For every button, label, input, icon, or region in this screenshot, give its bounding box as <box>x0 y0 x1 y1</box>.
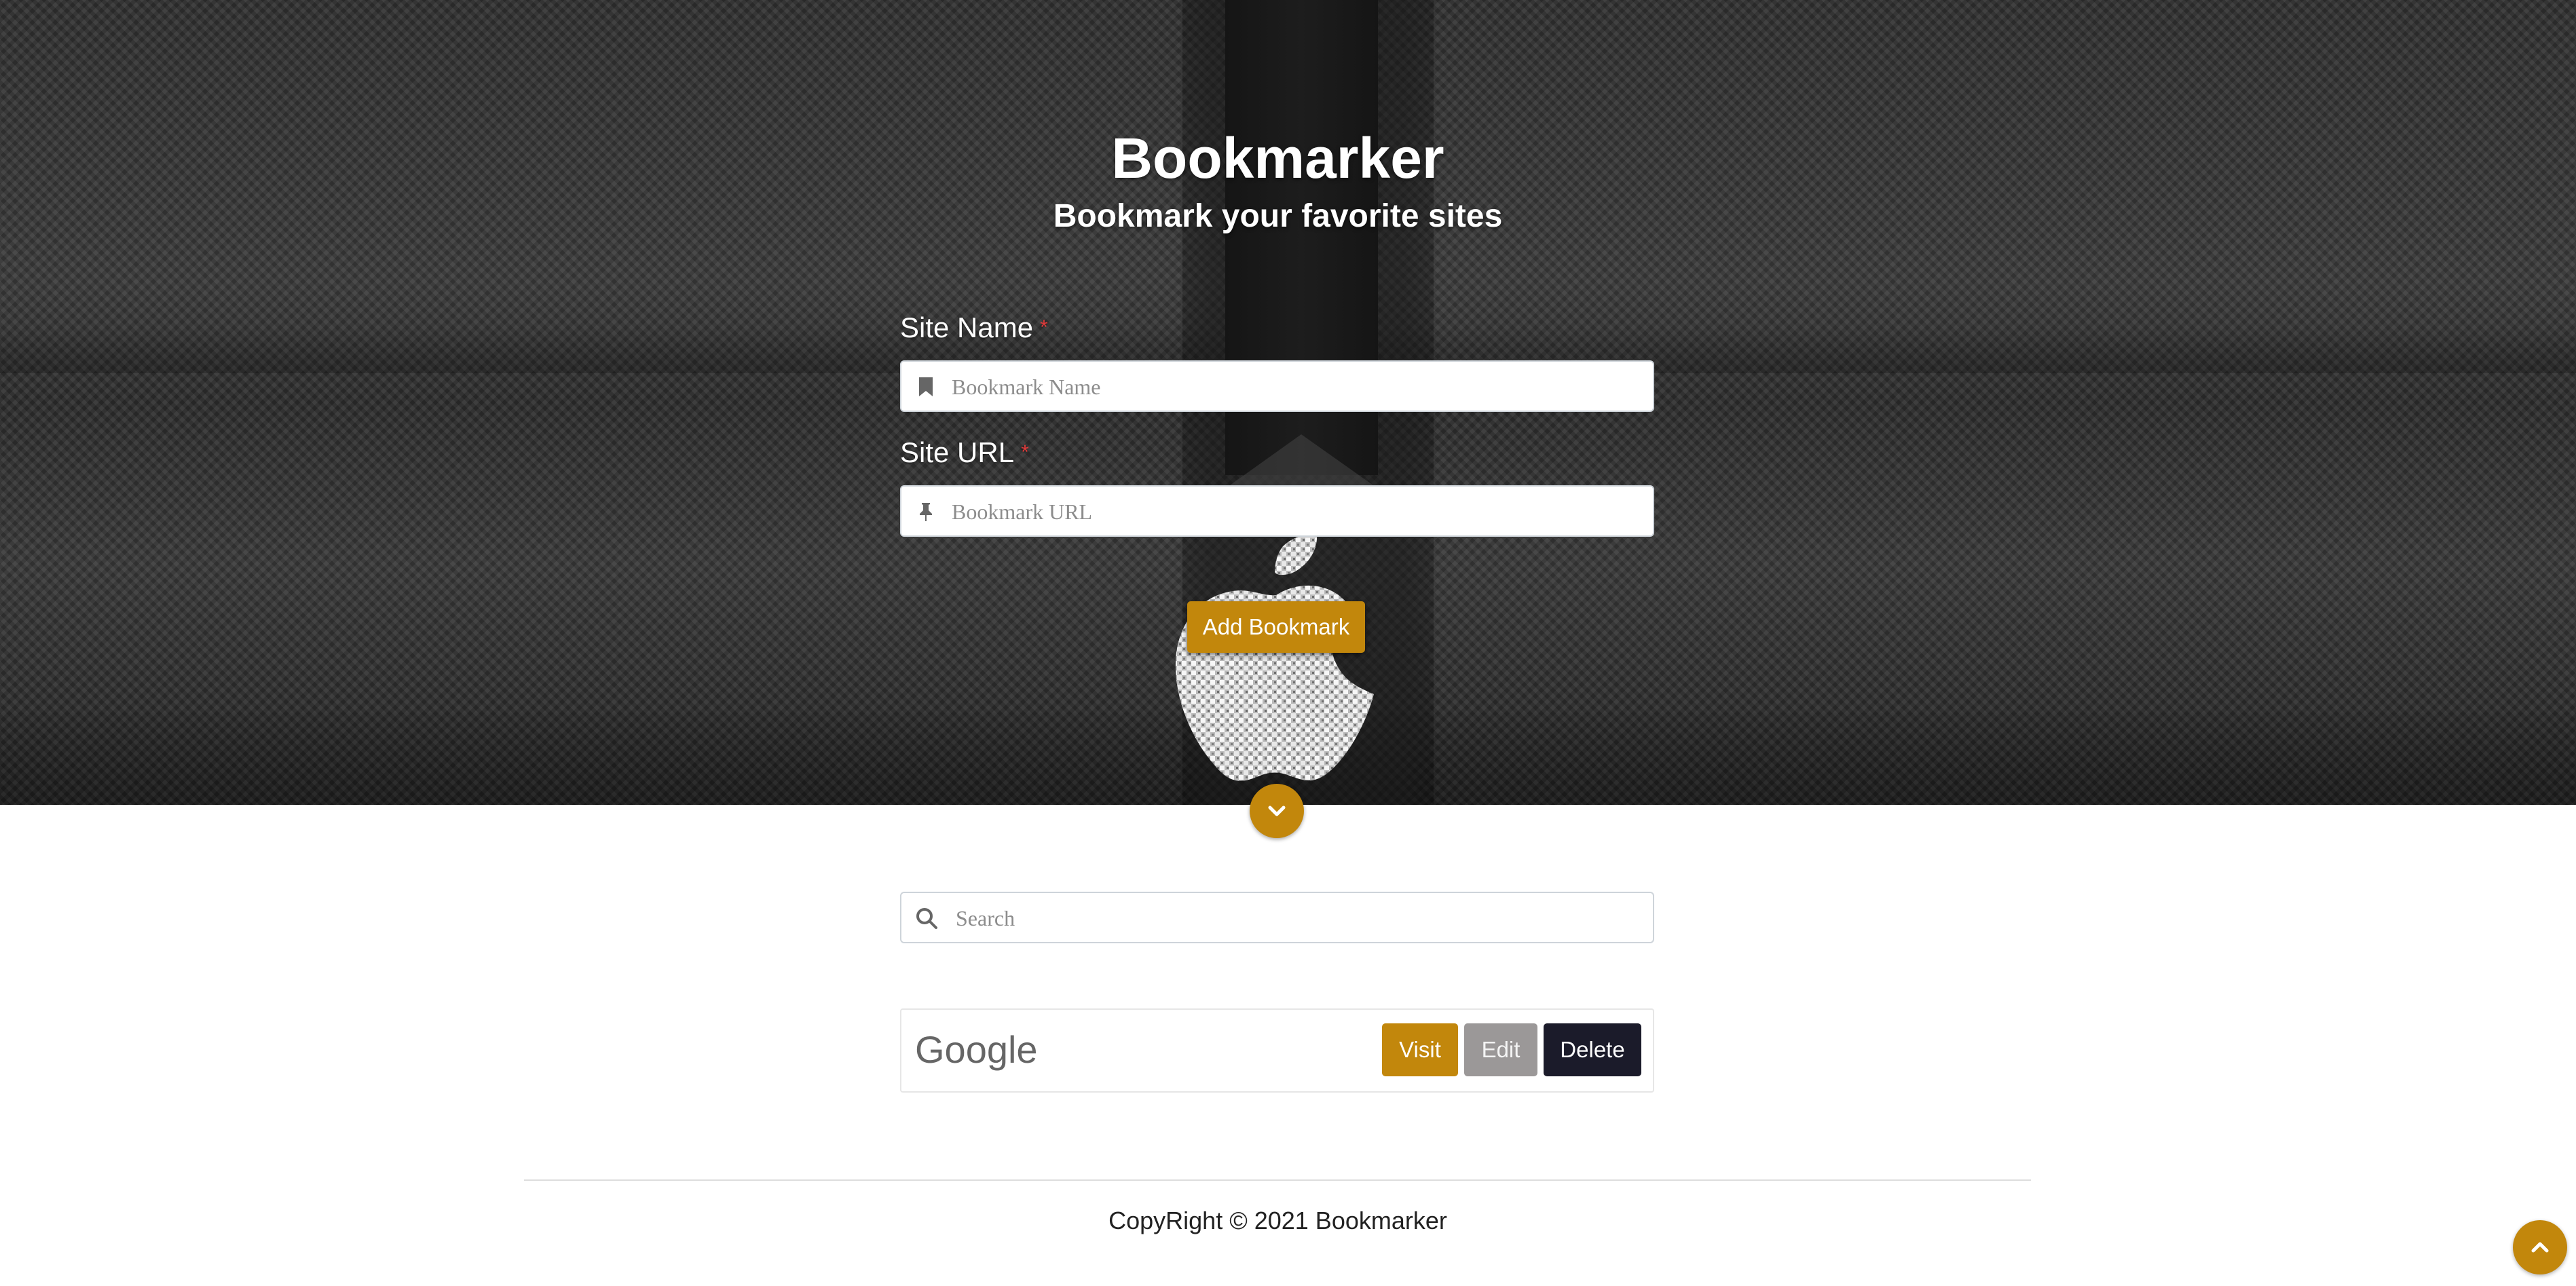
delete-button[interactable]: Delete <box>1544 1023 1641 1076</box>
page-title: Bookmarker <box>1111 126 1444 190</box>
page-subtitle: Bookmark your favorite sites <box>1053 198 1503 234</box>
site-name-input[interactable] <box>950 362 1645 412</box>
footer-copyright: CopyRight © 2021 Bookmarker <box>1108 1207 1447 1234</box>
footer-divider <box>524 1179 2031 1181</box>
site-url-input[interactable] <box>950 487 1645 537</box>
required-marker: * <box>1021 441 1029 464</box>
add-bookmark-button[interactable]: Add Bookmark <box>1187 601 1365 653</box>
site-name-label: Site Name * <box>900 309 1048 346</box>
chevron-up-icon <box>2531 1242 2549 1253</box>
hero-section: Bookmarker Bookmark your favorite sites … <box>0 0 2576 805</box>
search-field[interactable] <box>900 892 1654 943</box>
site-url-label: Site URL * <box>900 434 1029 471</box>
site-name-label-text: Site Name <box>900 311 1034 343</box>
bookmark-icon <box>919 377 933 396</box>
edit-button[interactable]: Edit <box>1464 1023 1537 1076</box>
scroll-to-top-button[interactable] <box>2513 1220 2567 1274</box>
thumbtack-icon <box>920 503 932 521</box>
scroll-down-button[interactable] <box>1250 784 1304 838</box>
search-input[interactable] <box>954 893 1643 943</box>
visit-button[interactable]: Visit <box>1382 1023 1458 1076</box>
required-marker: * <box>1040 316 1048 339</box>
chevron-down-icon <box>1268 806 1286 816</box>
search-icon <box>916 908 937 929</box>
site-url-field[interactable] <box>900 485 1654 537</box>
bookmark-site-name: Google <box>915 1028 1038 1071</box>
site-url-label-text: Site URL <box>900 436 1015 468</box>
background-ribbon-notch <box>1225 434 1378 489</box>
bookmark-item: Google Visit Edit Delete <box>900 1008 1654 1093</box>
site-name-field[interactable] <box>900 360 1654 412</box>
apple-logo-image <box>1175 533 1374 781</box>
